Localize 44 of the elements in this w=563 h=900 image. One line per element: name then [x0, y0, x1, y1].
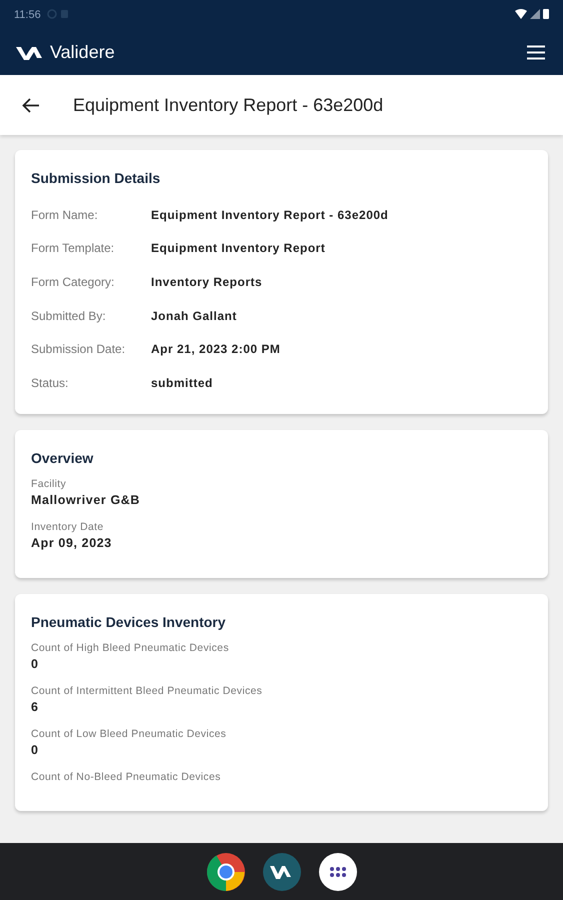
- field-label: Count of No-Bleed Pneumatic Devices: [31, 770, 222, 783]
- card-title: Pneumatic Devices Inventory: [31, 614, 227, 630]
- field-value: Equipment Inventory Report: [151, 241, 326, 256]
- field-value: Apr 09, 2023: [31, 536, 113, 550]
- card-title: Overview: [31, 450, 94, 466]
- browser-icon: [206, 852, 244, 890]
- app-grid-icon: [318, 852, 356, 890]
- apps-button[interactable]: [318, 852, 356, 890]
- wifi-icon: [514, 9, 527, 19]
- battery-icon: [543, 8, 549, 19]
- field-label: Form Template:: [31, 241, 116, 256]
- app-title: Validere: [50, 42, 116, 63]
- field-label: Status:: [31, 376, 70, 390]
- field-value: Mallowriver G&B: [31, 492, 142, 507]
- field-value: Jonah Gallant: [151, 308, 237, 323]
- field-label: Count of High Bleed Pneumatic Devices: [31, 642, 230, 654]
- field-label: Count of Intermittent Bleed Pneumatic Devices: [31, 684, 264, 697]
- field-label: Count of Low Bleed Pneumatic Devices: [31, 728, 228, 740]
- card-title: Submission Details: [31, 170, 162, 186]
- status-time: 11:56: [14, 9, 41, 21]
- page-title: Equipment Inventory Report - 63e200d: [73, 94, 384, 116]
- browser-app-button[interactable]: [206, 852, 244, 890]
- menu-button[interactable]: [525, 43, 547, 62]
- field-label: Submission Date:: [31, 342, 126, 356]
- back-arrow-icon: [22, 98, 39, 112]
- field-value: Apr 21, 2023 2:00 PM: [151, 342, 280, 356]
- notification-icon: [46, 8, 57, 18]
- field-value: 6: [31, 700, 40, 714]
- app-launcher-button[interactable]: [262, 852, 300, 890]
- field-value: Equipment Inventory Report - 63e200d: [151, 208, 388, 222]
- signal-icon: [530, 9, 540, 19]
- logo-icon: [262, 852, 300, 890]
- field-label: Submitted By:: [31, 308, 107, 323]
- notification-icon: [60, 8, 69, 18]
- field-value: Inventory Reports: [151, 274, 262, 289]
- field-label: Form Category:: [31, 274, 116, 289]
- field-label: Facility: [31, 478, 68, 490]
- field-value: 0: [31, 656, 40, 671]
- field-label: Inventory Date: [31, 520, 104, 533]
- field-label: Form Name:: [31, 208, 99, 222]
- field-value: submitted: [151, 376, 213, 390]
- menu-icon: [527, 45, 545, 60]
- logo-icon: [16, 45, 42, 60]
- field-value: 0: [31, 742, 40, 757]
